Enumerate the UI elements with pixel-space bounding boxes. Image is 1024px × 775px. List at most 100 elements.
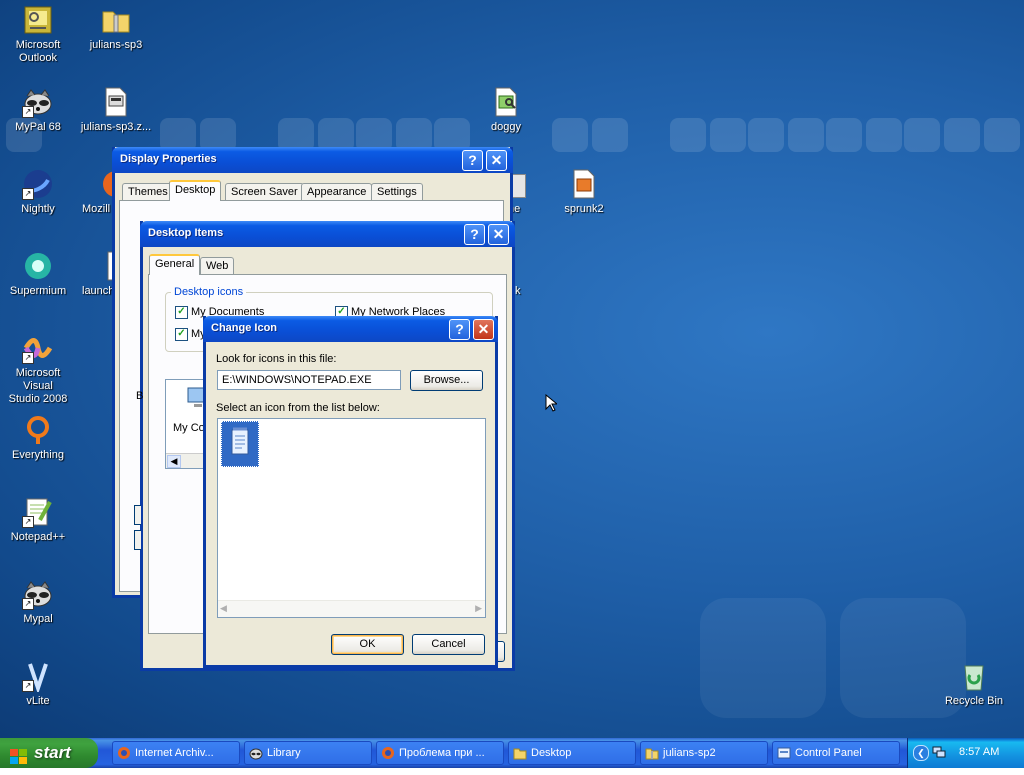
raccoon-icon: ↗ bbox=[22, 578, 54, 610]
title-bar[interactable]: Change Icon ? ✕ bbox=[203, 316, 498, 342]
shortcut-arrow-icon: ↗ bbox=[22, 352, 34, 364]
taskbar-button-problem[interactable]: Проблема при ... bbox=[376, 741, 504, 765]
close-button[interactable]: ✕ bbox=[488, 224, 509, 245]
look-for-label: Look for icons in this file: bbox=[216, 353, 337, 365]
desktop-icon-label: Mypal bbox=[23, 613, 53, 625]
scroll-left-icon[interactable]: ◀ bbox=[220, 603, 227, 614]
help-button[interactable]: ? bbox=[462, 150, 483, 171]
vlite-icon: ↗ bbox=[22, 660, 54, 692]
title-bar[interactable]: Display Properties ? ✕ bbox=[112, 147, 513, 173]
desktop-icon-supermium[interactable]: Supermium bbox=[0, 250, 76, 298]
checkbox-my-computer[interactable]: ✓ bbox=[175, 328, 188, 341]
icon-list[interactable]: ◀ ▶ bbox=[217, 418, 486, 618]
help-button[interactable]: ? bbox=[464, 224, 485, 245]
media-file-icon bbox=[568, 168, 600, 200]
shortcut-arrow-icon: ↗ bbox=[22, 106, 34, 118]
desktop-icon-everything[interactable]: Everything bbox=[0, 414, 76, 462]
shortcut-arrow-icon: ↗ bbox=[22, 188, 34, 200]
supermium-icon bbox=[22, 250, 54, 282]
wallpaper-decoration bbox=[748, 118, 784, 152]
clock[interactable]: 8:57 AM bbox=[959, 746, 999, 758]
taskbar-button-control-panel[interactable]: Control Panel bbox=[772, 741, 900, 765]
visual-studio-icon: ↗ bbox=[22, 332, 54, 364]
desktop-icon-msvs2008[interactable]: ↗ Microsoft Visual Studio 2008 bbox=[0, 332, 76, 406]
tab-desktop[interactable]: Desktop bbox=[169, 180, 222, 201]
desktop-icon-recycle-bin[interactable]: Recycle Bin bbox=[936, 660, 1012, 708]
partial-icon-label: k bbox=[515, 285, 521, 297]
help-button[interactable]: ? bbox=[449, 319, 470, 340]
mouse-cursor-icon bbox=[545, 393, 559, 412]
folder-icon bbox=[513, 746, 527, 760]
recycle-bin-icon bbox=[958, 660, 990, 692]
icon-list-item[interactable] bbox=[221, 421, 259, 467]
desktop-icon-label: Recycle Bin bbox=[944, 695, 1004, 707]
icon-label: My Co bbox=[173, 422, 205, 434]
windows-logo-icon bbox=[10, 745, 28, 764]
change-icon-dialog[interactable]: Change Icon ? ✕ Look for icons in this f… bbox=[203, 316, 498, 668]
start-label: start bbox=[34, 743, 71, 762]
taskbar-button-label: Internet Archiv... bbox=[135, 747, 214, 759]
partial-button[interactable] bbox=[134, 530, 141, 550]
desktop-icon-doggy[interactable]: doggy bbox=[468, 86, 544, 134]
desktop-icon-sprunk2[interactable]: sprunk2 bbox=[546, 168, 622, 216]
cancel-button[interactable]: Cancel bbox=[412, 634, 485, 655]
taskbar-button-julians-sp2[interactable]: julians-sp2 bbox=[640, 741, 768, 765]
zip-folder-icon bbox=[100, 4, 132, 36]
taskbar-button-desktop[interactable]: Desktop bbox=[508, 741, 636, 765]
tab-general[interactable]: General bbox=[149, 254, 201, 275]
taskbar-button-label: Desktop bbox=[531, 747, 572, 759]
taskbar-button-internet-archive[interactable]: Internet Archiv... bbox=[112, 741, 240, 765]
tab-appearance[interactable]: Appearance bbox=[301, 183, 373, 201]
desktop-icon-mypal[interactable]: ↗ Mypal bbox=[0, 578, 76, 626]
title-bar[interactable]: Desktop Items ? ✕ bbox=[140, 221, 515, 247]
desktop-icon-label: Everything bbox=[12, 449, 64, 461]
desktop-icon-outlook[interactable]: Microsoft Outlook bbox=[0, 4, 76, 65]
raccoon-icon: ↗ bbox=[22, 86, 54, 118]
wallpaper-decoration bbox=[670, 118, 706, 152]
ok-button[interactable]: OK bbox=[331, 634, 404, 655]
scroll-left-icon[interactable]: ◀ bbox=[167, 455, 181, 468]
tab-screen-saver[interactable]: Screen Saver bbox=[225, 183, 304, 201]
scroll-right-icon[interactable]: ▶ bbox=[475, 603, 482, 614]
shortcut-arrow-icon: ↗ bbox=[22, 516, 34, 528]
outlook-icon bbox=[22, 4, 54, 36]
desktop-icon-label: Notepad++ bbox=[10, 531, 66, 543]
network-icon[interactable] bbox=[932, 745, 946, 759]
close-button[interactable]: ✕ bbox=[473, 319, 494, 340]
wallpaper-decoration bbox=[944, 118, 980, 152]
wallpaper-decoration bbox=[984, 118, 1020, 152]
show-hidden-icons-button[interactable]: ❮ bbox=[913, 745, 929, 761]
taskbar: start Internet Archiv... Library Проблем… bbox=[0, 738, 1024, 768]
start-button[interactable]: start bbox=[0, 738, 98, 768]
system-tray: ❮ 8:57 AM bbox=[907, 738, 1024, 768]
everything-search-icon bbox=[22, 414, 54, 446]
window-title: Desktop Items bbox=[148, 227, 224, 239]
taskbar-button-label: Проблема при ... bbox=[399, 747, 485, 759]
wallpaper-decoration bbox=[904, 118, 940, 152]
desktop-icon-vlite[interactable]: ↗ vLite bbox=[0, 660, 76, 708]
wallpaper-decoration bbox=[866, 118, 902, 152]
horizontal-scrollbar[interactable]: ◀ ▶ bbox=[218, 600, 485, 617]
desktop-icon-notepadpp[interactable]: ↗ Notepad++ bbox=[0, 496, 76, 544]
desktop-icon-julians-sp3[interactable]: julians-sp3 bbox=[78, 4, 154, 52]
group-label: Desktop icons bbox=[171, 286, 247, 298]
file-path-input[interactable]: E:\WINDOWS\NOTEPAD.EXE bbox=[217, 370, 401, 390]
tab-themes[interactable]: Themes bbox=[122, 183, 174, 201]
select-icon-label: Select an icon from the list below: bbox=[216, 402, 380, 414]
control-panel-icon bbox=[777, 746, 791, 760]
archive-file-icon bbox=[100, 86, 132, 118]
close-button[interactable]: ✕ bbox=[486, 150, 507, 171]
zip-folder-icon bbox=[645, 746, 659, 760]
taskbar-button-label: julians-sp2 bbox=[663, 747, 716, 759]
desktop-icon-julians-sp3-zip[interactable]: julians-sp3.z... bbox=[78, 86, 154, 134]
window-title: Display Properties bbox=[120, 153, 217, 165]
desktop-icon-label: julians-sp3.z... bbox=[80, 121, 152, 133]
desktop-icon-mypal68[interactable]: ↗ MyPal 68 bbox=[0, 86, 76, 134]
tab-web[interactable]: Web bbox=[200, 257, 235, 275]
checkbox-my-documents[interactable]: ✓ bbox=[175, 306, 188, 319]
tab-settings[interactable]: Settings bbox=[371, 183, 423, 201]
partial-button[interactable] bbox=[134, 505, 141, 525]
taskbar-button-library[interactable]: Library bbox=[244, 741, 372, 765]
firefox-icon bbox=[117, 746, 131, 760]
browse-button[interactable]: Browse... bbox=[410, 370, 483, 391]
